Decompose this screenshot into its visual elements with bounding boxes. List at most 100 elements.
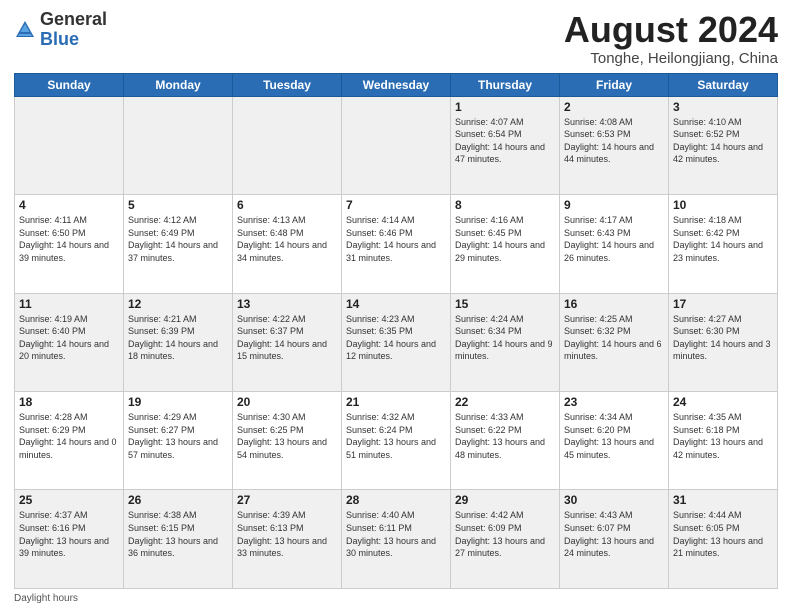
calendar-cell [15,96,124,194]
day-info: Sunrise: 4:35 AMSunset: 6:18 PMDaylight:… [673,411,773,461]
calendar-cell: 12Sunrise: 4:21 AMSunset: 6:39 PMDayligh… [124,293,233,391]
calendar-header-row: SundayMondayTuesdayWednesdayThursdayFrid… [15,73,778,96]
day-number: 5 [128,198,228,212]
logo-general-text: General [40,9,107,29]
logo: General Blue [14,10,107,50]
day-number: 21 [346,395,446,409]
calendar-day-header: Tuesday [233,73,342,96]
calendar-cell: 8 Sunrise: 4:16 AMSunset: 6:45 PMDaylight… [451,195,560,293]
day-number: 14 [346,297,446,311]
day-number: 6 [237,198,337,212]
day-info: Sunrise: 4:44 AMSunset: 6:05 PMDaylight:… [673,509,773,559]
day-number: 31 [673,493,773,507]
calendar-day-header: Friday [560,73,669,96]
header: General Blue August 2024 Tonghe, Heilong… [14,10,778,67]
calendar-cell: 17 Sunrise: 4:27 AMSunset: 6:30 PMDayligh… [669,293,778,391]
calendar-cell: 10Sunrise: 4:18 AMSunset: 6:42 PMDayligh… [669,195,778,293]
day-number: 24 [673,395,773,409]
calendar-cell: 15 Sunrise: 4:24 AMSunset: 6:34 PMDayligh… [451,293,560,391]
day-info: Sunrise: 4:07 AMSunset: 6:54 PMDaylight:… [455,116,555,166]
day-number: 9 [564,198,664,212]
day-number: 11 [19,297,119,311]
calendar-cell: 9 Sunrise: 4:17 AMSunset: 6:43 PMDaylight… [560,195,669,293]
calendar-cell: 13 Sunrise: 4:22 AMSunset: 6:37 PMDayligh… [233,293,342,391]
day-number: 3 [673,100,773,114]
day-number: 4 [19,198,119,212]
day-info: Sunrise: 4:25 AMSunset: 6:32 PMDaylight:… [564,313,664,363]
day-info: Sunrise: 4:33 AMSunset: 6:22 PMDaylight:… [455,411,555,461]
day-number: 26 [128,493,228,507]
day-info: Sunrise: 4:27 AMSunset: 6:30 PMDaylight:… [673,313,773,363]
day-number: 27 [237,493,337,507]
calendar-week-row: 25 Sunrise: 4:37 AMSunset: 6:16 PMDayligh… [15,490,778,589]
calendar-cell [124,96,233,194]
logo-icon [14,19,36,41]
title-block: August 2024 Tonghe, Heilongjiang, China [564,10,778,67]
day-number: 12 [128,297,228,311]
page: General Blue August 2024 Tonghe, Heilong… [0,0,792,612]
day-number: 20 [237,395,337,409]
day-number: 15 [455,297,555,311]
day-info: Sunrise: 4:37 AMSunset: 6:16 PMDaylight:… [19,509,119,559]
day-info: Sunrise: 4:13 AMSunset: 6:48 PMDaylight:… [237,214,337,264]
day-info: Sunrise: 4:16 AMSunset: 6:45 PMDaylight:… [455,214,555,264]
day-info: Sunrise: 4:22 AMSunset: 6:37 PMDaylight:… [237,313,337,363]
calendar-cell: 2 Sunrise: 4:08 AMSunset: 6:53 PMDaylight… [560,96,669,194]
calendar-day-header: Sunday [15,73,124,96]
day-number: 1 [455,100,555,114]
day-info: Sunrise: 4:38 AMSunset: 6:15 PMDaylight:… [128,509,228,559]
calendar-cell: 1 Sunrise: 4:07 AMSunset: 6:54 PMDaylight… [451,96,560,194]
day-info: Sunrise: 4:39 AMSunset: 6:13 PMDaylight:… [237,509,337,559]
calendar-day-header: Wednesday [342,73,451,96]
location-title: Tonghe, Heilongjiang, China [564,50,778,67]
day-info: Sunrise: 4:32 AMSunset: 6:24 PMDaylight:… [346,411,446,461]
day-number: 25 [19,493,119,507]
day-number: 2 [564,100,664,114]
calendar-cell: 22 Sunrise: 4:33 AMSunset: 6:22 PMDayligh… [451,392,560,490]
footer: Daylight hours [14,593,778,604]
calendar-week-row: 11 Sunrise: 4:19 AMSunset: 6:40 PMDayligh… [15,293,778,391]
day-info: Sunrise: 4:08 AMSunset: 6:53 PMDaylight:… [564,116,664,166]
day-number: 16 [564,297,664,311]
logo-blue-text: Blue [40,29,79,49]
day-number: 23 [564,395,664,409]
day-info: Sunrise: 4:24 AMSunset: 6:34 PMDaylight:… [455,313,555,363]
day-number: 30 [564,493,664,507]
calendar-cell: 25 Sunrise: 4:37 AMSunset: 6:16 PMDayligh… [15,490,124,589]
calendar-cell [233,96,342,194]
calendar-cell: 5 Sunrise: 4:12 AMSunset: 6:49 PMDaylight… [124,195,233,293]
day-info: Sunrise: 4:29 AMSunset: 6:27 PMDaylight:… [128,411,228,461]
day-number: 28 [346,493,446,507]
day-info: Sunrise: 4:11 AMSunset: 6:50 PMDaylight:… [19,214,119,264]
calendar-day-header: Monday [124,73,233,96]
calendar-cell: 3 Sunrise: 4:10 AMSunset: 6:52 PMDaylight… [669,96,778,194]
day-number: 17 [673,297,773,311]
day-number: 22 [455,395,555,409]
day-info: Sunrise: 4:17 AMSunset: 6:43 PMDaylight:… [564,214,664,264]
day-number: 29 [455,493,555,507]
day-info: Sunrise: 4:19 AMSunset: 6:40 PMDaylight:… [19,313,119,363]
day-info: Sunrise: 4:10 AMSunset: 6:52 PMDaylight:… [673,116,773,166]
calendar-cell: 21 Sunrise: 4:32 AMSunset: 6:24 PMDayligh… [342,392,451,490]
calendar-cell: 14Sunrise: 4:23 AMSunset: 6:35 PMDayligh… [342,293,451,391]
day-info: Sunrise: 4:30 AMSunset: 6:25 PMDaylight:… [237,411,337,461]
calendar-cell: 16 Sunrise: 4:25 AMSunset: 6:32 PMDayligh… [560,293,669,391]
calendar-cell: 28Sunrise: 4:40 AMSunset: 6:11 PMDayligh… [342,490,451,589]
calendar-cell: 23Sunrise: 4:34 AMSunset: 6:20 PMDayligh… [560,392,669,490]
day-info: Sunrise: 4:14 AMSunset: 6:46 PMDaylight:… [346,214,446,264]
calendar-cell: 18Sunrise: 4:28 AMSunset: 6:29 PMDayligh… [15,392,124,490]
calendar-day-header: Thursday [451,73,560,96]
day-number: 18 [19,395,119,409]
day-info: Sunrise: 4:42 AMSunset: 6:09 PMDaylight:… [455,509,555,559]
logo-text: General Blue [40,10,107,50]
month-title: August 2024 [564,10,778,50]
day-number: 13 [237,297,337,311]
day-info: Sunrise: 4:12 AMSunset: 6:49 PMDaylight:… [128,214,228,264]
day-number: 8 [455,198,555,212]
calendar-cell [342,96,451,194]
day-info: Sunrise: 4:43 AMSunset: 6:07 PMDaylight:… [564,509,664,559]
day-number: 7 [346,198,446,212]
day-info: Sunrise: 4:18 AMSunset: 6:42 PMDaylight:… [673,214,773,264]
calendar-cell: 20 Sunrise: 4:30 AMSunset: 6:25 PMDayligh… [233,392,342,490]
calendar-cell: 19Sunrise: 4:29 AMSunset: 6:27 PMDayligh… [124,392,233,490]
